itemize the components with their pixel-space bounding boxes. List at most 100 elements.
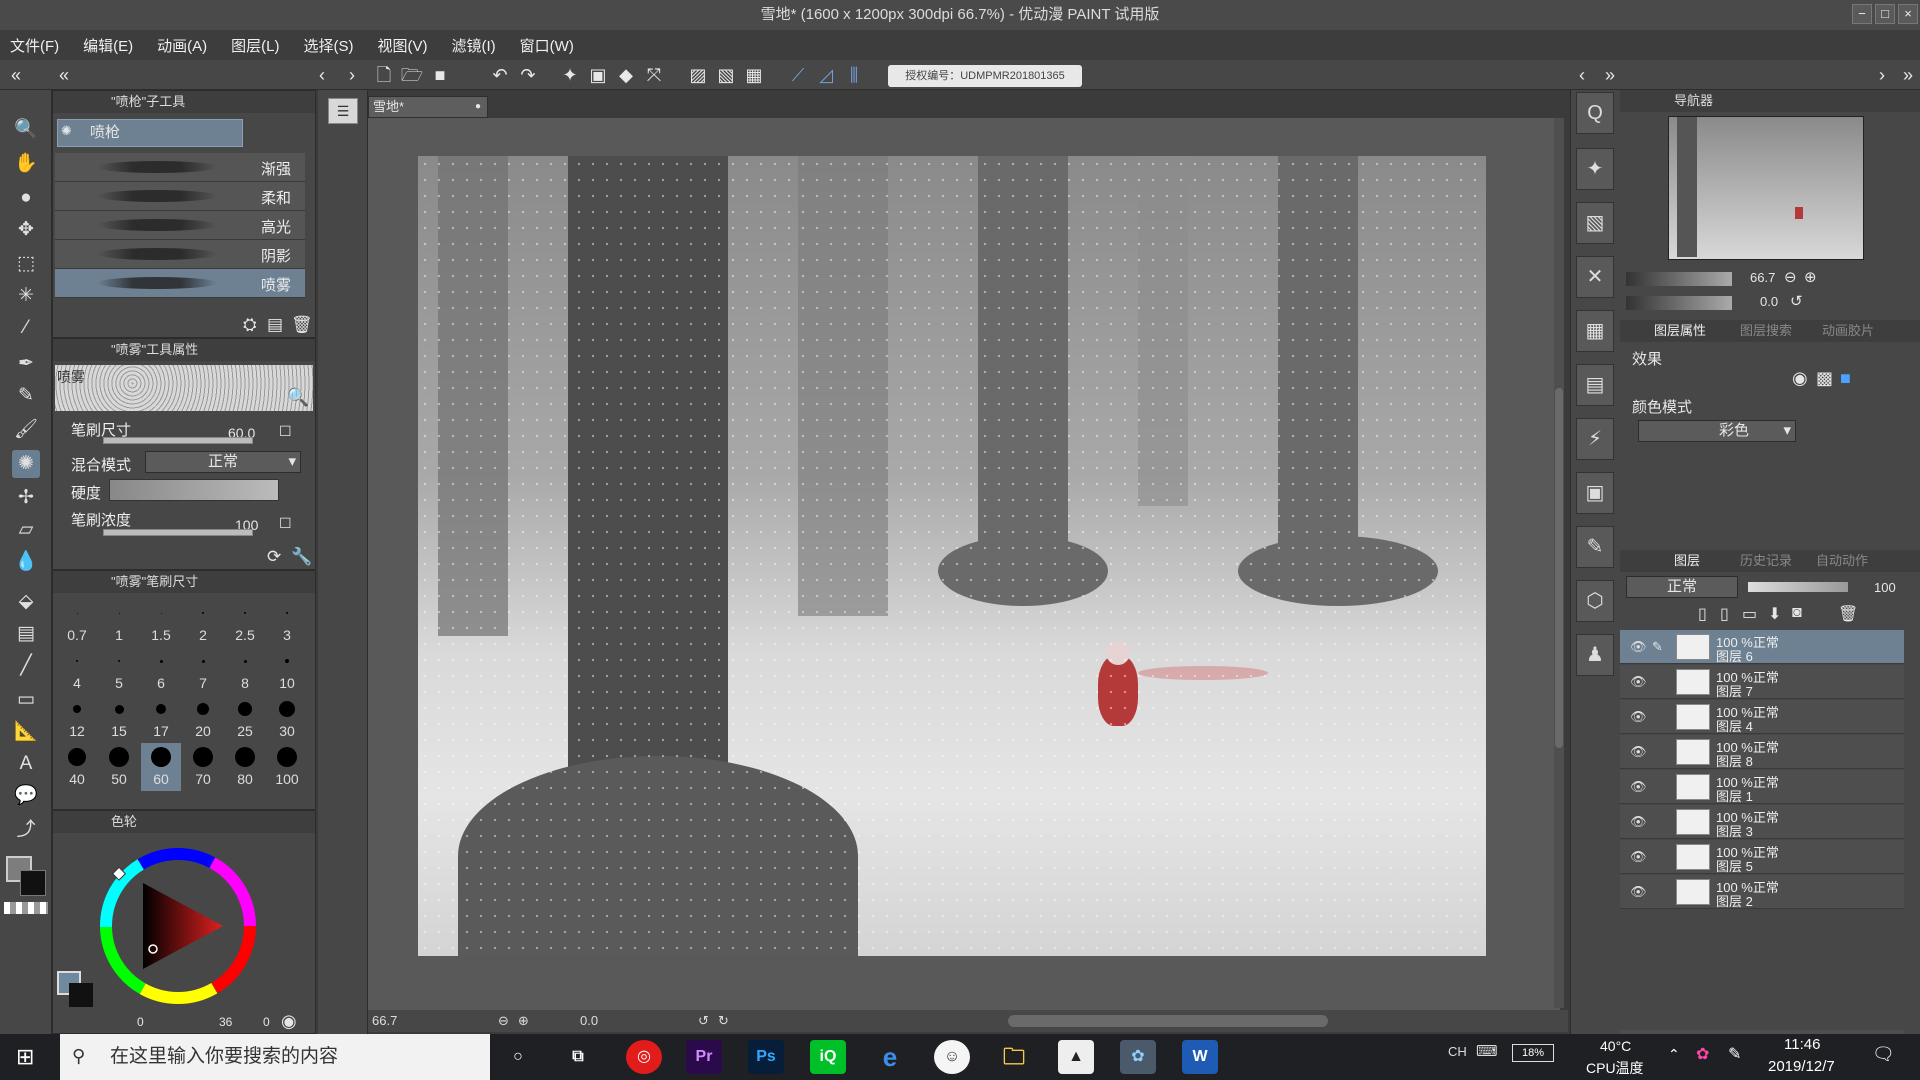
brush-size-preset[interactable]: 80 — [225, 743, 265, 791]
photos-icon[interactable]: ▲ — [1058, 1040, 1094, 1074]
undo-icon[interactable]: ↶ — [488, 63, 512, 87]
history-tab[interactable]: 历史记录 — [1740, 550, 1792, 572]
snap-ruler-icon[interactable]: ⟋ — [786, 63, 810, 87]
color-wheel-tab[interactable]: 色轮 — [111, 814, 137, 829]
visibility-eye-icon[interactable]: 👁 — [1630, 814, 1647, 830]
material7-icon[interactable]: ▣ — [1576, 472, 1614, 514]
brush-size-preset[interactable]: 0.7 — [57, 599, 97, 647]
new-file-icon[interactable]: 🗋 — [372, 63, 396, 87]
redo-icon[interactable]: ↷ — [516, 63, 540, 87]
brush-size-preset[interactable]: 1 — [99, 599, 139, 647]
magic-wand-icon[interactable]: ✳ — [12, 282, 40, 310]
brush-size-preset[interactable]: 1.5 — [141, 599, 181, 647]
density-check-icon[interactable]: ☐ — [279, 515, 292, 532]
menu-window[interactable]: 窗口(W) — [520, 35, 574, 56]
visibility-eye-icon[interactable]: 👁 — [1630, 709, 1647, 725]
menu-select[interactable]: 选择(S) — [304, 35, 354, 56]
horizontal-scrollbar[interactable] — [1008, 1015, 1328, 1027]
merge-down-icon[interactable]: ⬇ — [1768, 604, 1781, 624]
document-tab[interactable]: 雪地* ● — [368, 96, 488, 118]
expand-right-icon[interactable]: › — [340, 63, 364, 87]
brush-size-preset[interactable]: 70 — [183, 743, 223, 791]
menu-file[interactable]: 文件(F) — [10, 35, 59, 56]
frame-tool-icon[interactable]: ▭ — [12, 686, 40, 714]
pen-tool-icon[interactable]: ✒ — [12, 350, 40, 378]
decoration-tool-icon[interactable]: ✢ — [12, 484, 40, 512]
brush-item[interactable]: 柔和 — [55, 182, 305, 211]
rotate-left-icon[interactable]: ↺ — [698, 1010, 709, 1032]
brush-size-preset[interactable]: 15 — [99, 695, 139, 743]
effect-tone-icon[interactable]: ▩ — [1816, 368, 1833, 389]
brush-size-preset[interactable]: 3 — [267, 599, 307, 647]
layer-blend-select[interactable]: 正常 — [1626, 576, 1738, 598]
visibility-eye-icon[interactable]: 👁 — [1630, 884, 1647, 900]
edge-icon[interactable]: e — [872, 1040, 908, 1074]
search-panel-icon[interactable]: Q — [1576, 92, 1614, 134]
rotate-readout[interactable]: 0.0 — [580, 1010, 598, 1032]
layer-row[interactable]: 👁 100 %正常 图层 5 — [1620, 840, 1904, 874]
visibility-eye-icon[interactable]: 👁 — [1630, 744, 1647, 760]
minimize-icon[interactable]: − — [1852, 4, 1872, 24]
invert-selection-icon[interactable]: ▧ — [714, 63, 738, 87]
fill-icon[interactable]: ▣ — [586, 63, 610, 87]
zoom-tool-icon[interactable]: 🔍 — [12, 116, 40, 144]
navigator-tab[interactable]: 导航器 — [1620, 93, 1713, 108]
material5-icon[interactable]: ▤ — [1576, 364, 1614, 406]
brush-size-preset[interactable]: 20 — [183, 695, 223, 743]
transform-icon[interactable]: ⤧ — [642, 63, 666, 87]
file-explorer-icon[interactable]: 🗀 — [996, 1040, 1032, 1074]
ruler-tool-icon[interactable]: 📐 — [12, 718, 40, 746]
subtool-copy-icon[interactable]: ▤ — [267, 315, 283, 335]
iqiyi-icon[interactable]: iQ — [810, 1040, 846, 1074]
menu-layer[interactable]: 图层(L) — [231, 35, 279, 56]
brush-size-preset[interactable]: 30 — [267, 695, 307, 743]
material10-icon[interactable]: ♟ — [1576, 634, 1614, 676]
material6-icon[interactable]: ⚡ — [1576, 418, 1614, 460]
balloon-tool-icon[interactable]: 💬 — [12, 782, 40, 810]
new-raster-layer-icon[interactable]: ▯ — [1698, 604, 1707, 624]
nav-zoom-in-icon[interactable]: ⊕ — [1804, 268, 1817, 286]
material2-icon[interactable]: ▧ — [1576, 202, 1614, 244]
effect-border-icon[interactable]: ◉ — [1792, 368, 1808, 389]
task-view-icon[interactable]: ⧉ — [560, 1040, 596, 1074]
move-tool-icon[interactable]: ✥ — [12, 216, 40, 244]
brush-size-preset[interactable]: 10 — [267, 647, 307, 695]
brush-size-check-icon[interactable]: ☐ — [279, 423, 292, 440]
layer-opacity-value[interactable]: 100 — [1874, 580, 1896, 595]
navigator-rotate-slider[interactable] — [1626, 296, 1732, 310]
menu-animation[interactable]: 动画(A) — [157, 35, 207, 56]
layer-property-tab[interactable]: 图层属性 — [1654, 320, 1706, 342]
brush-size-preset[interactable]: 17 — [141, 695, 181, 743]
navigator-preview[interactable] — [1668, 116, 1864, 260]
battery-indicator[interactable]: 18% — [1512, 1044, 1554, 1062]
new-vector-layer-icon[interactable]: ▯ — [1720, 604, 1729, 624]
brush-size-preset[interactable]: 7 — [183, 647, 223, 695]
brush-item[interactable]: 渐强 — [55, 153, 305, 182]
material4-icon[interactable]: ▦ — [1576, 310, 1614, 352]
cortana-icon[interactable]: ○ — [500, 1040, 536, 1074]
layer-row[interactable]: 👁 100 %正常 图层 1 — [1620, 770, 1904, 804]
collapse-left2-icon[interactable]: « — [52, 63, 76, 87]
delete-layer-icon[interactable]: 🗑 — [1838, 604, 1858, 624]
menu-view[interactable]: 视图(V) — [378, 35, 428, 56]
word-icon[interactable]: W — [1182, 1040, 1218, 1074]
brush-size-preset[interactable]: 5 — [99, 647, 139, 695]
pen-tray-icon[interactable]: ✎ — [1728, 1044, 1741, 1064]
auto-action-tab[interactable]: 自动动作 — [1816, 550, 1868, 572]
layer-search-tab[interactable]: 图层搜索 — [1740, 320, 1792, 342]
panel-right-icon[interactable]: › — [1870, 63, 1894, 87]
material8-icon[interactable]: ✎ — [1576, 526, 1614, 568]
line-correct-tool-icon[interactable]: ⤴ — [12, 816, 40, 844]
layer-row[interactable]: 👁 ✎ 100 %正常 图层 6 — [1620, 630, 1904, 664]
hand-tool-icon[interactable]: ✋ — [12, 150, 40, 178]
collapse-right2-icon[interactable]: » — [1598, 63, 1622, 87]
visibility-eye-icon[interactable]: 👁 — [1630, 674, 1647, 690]
rotate-right-icon[interactable]: ↻ — [718, 1010, 729, 1032]
panel-right2-icon[interactable]: » — [1896, 63, 1920, 87]
color-mode-select[interactable]: 彩色 ▾ — [1638, 420, 1796, 442]
brush-size-slider[interactable] — [103, 437, 253, 444]
document-canvas[interactable] — [418, 156, 1486, 956]
color-wheel[interactable] — [93, 841, 263, 1011]
vertical-scrollbar[interactable] — [1554, 118, 1564, 1008]
brush-size-preset[interactable]: 6 — [141, 647, 181, 695]
